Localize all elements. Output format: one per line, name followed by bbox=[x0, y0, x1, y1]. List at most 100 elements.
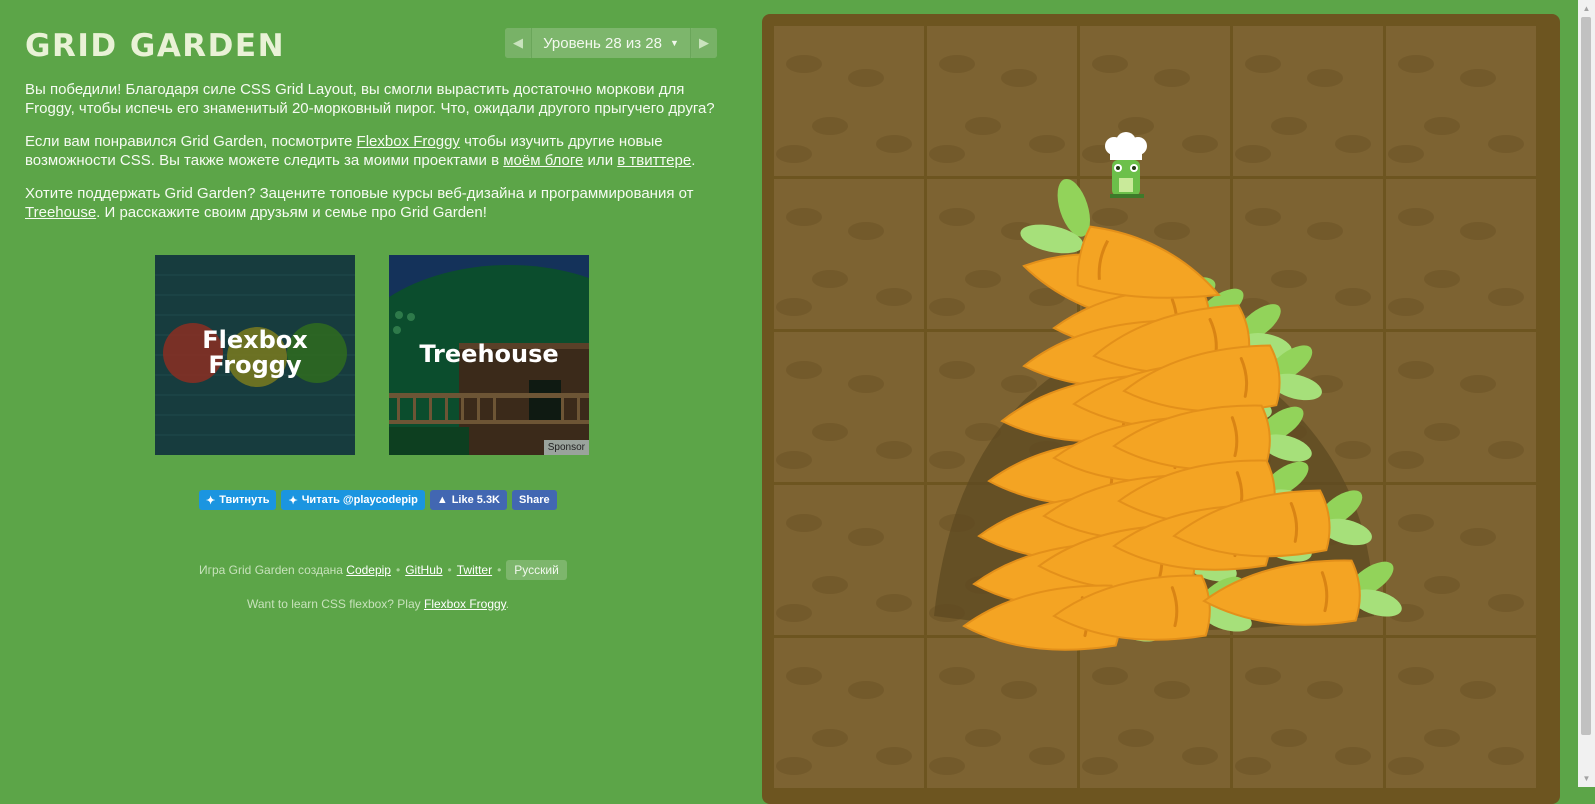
soil-clump bbox=[1029, 747, 1065, 765]
soil-clump bbox=[1271, 270, 1307, 288]
soil-clump bbox=[1307, 222, 1343, 240]
soil-clump bbox=[1388, 298, 1424, 316]
treehouse-promo[interactable]: Treehouse Sponsor bbox=[389, 255, 589, 455]
soil-clump bbox=[1460, 375, 1496, 393]
soil-clump bbox=[1388, 451, 1424, 469]
soil-clump bbox=[848, 222, 884, 240]
soil-clump bbox=[939, 361, 975, 379]
soil-clump bbox=[1488, 747, 1524, 765]
scrollbar-thumb[interactable] bbox=[1581, 17, 1591, 735]
garden-board bbox=[762, 14, 1560, 804]
treehouse-link[interactable]: Treehouse bbox=[25, 204, 96, 221]
learn-text: Want to learn CSS flexbox? Play bbox=[247, 597, 421, 611]
soil-clump bbox=[1082, 757, 1118, 775]
soil-clump bbox=[929, 451, 965, 469]
follow-button[interactable]: ✦ Читать @playcodepip bbox=[281, 490, 425, 510]
left-panel: GRID GARDEN ◀ Уровень 28 из 28 ▼ ▶ Вы по… bbox=[25, 0, 717, 787]
level-dropdown[interactable]: Уровень 28 из 28 ▼ bbox=[531, 28, 691, 58]
p3-text-a: Хотите поддержать Grid Garden? Зацените … bbox=[25, 185, 694, 202]
soil-clump bbox=[1398, 361, 1434, 379]
soil-clump bbox=[1424, 270, 1460, 288]
twitter-footer-link[interactable]: Twitter bbox=[457, 563, 492, 577]
thumbs-up-icon: ▲ bbox=[436, 494, 448, 506]
soil-clump bbox=[1307, 681, 1343, 699]
codepip-link[interactable]: Codepip bbox=[346, 563, 391, 577]
soil-clump bbox=[929, 757, 965, 775]
share-label: Share bbox=[519, 494, 550, 506]
flexbox-froggy-link[interactable]: Flexbox Froggy bbox=[357, 133, 460, 150]
soil-clump bbox=[929, 145, 965, 163]
soil-clump bbox=[1154, 222, 1190, 240]
soil-clump bbox=[812, 729, 848, 747]
soil-clump bbox=[1388, 145, 1424, 163]
triangle-left-icon: ◀ bbox=[513, 35, 523, 50]
footer-learn: Want to learn CSS flexbox? Play Flexbox … bbox=[247, 597, 510, 611]
soil-clump bbox=[1398, 208, 1434, 226]
soil-clump bbox=[1488, 135, 1524, 153]
soil-clump bbox=[939, 667, 975, 685]
tweet-button[interactable]: ✦ Твитнуть bbox=[199, 490, 277, 510]
flexbox-froggy-promo[interactable]: Flexbox Froggy bbox=[155, 255, 355, 455]
soil-clump bbox=[1424, 117, 1460, 135]
scroll-up-arrow-icon[interactable]: ▲ bbox=[1578, 0, 1595, 17]
github-link[interactable]: GitHub bbox=[405, 563, 442, 577]
soil-clump bbox=[1335, 441, 1371, 459]
soil-clump bbox=[1245, 667, 1281, 685]
soil-clump bbox=[1182, 747, 1218, 765]
scroll-down-arrow-icon[interactable]: ▼ bbox=[1578, 770, 1595, 787]
soil-clump bbox=[876, 594, 912, 612]
soil-clump bbox=[1488, 288, 1524, 306]
soil-clump bbox=[776, 604, 812, 622]
soil-clump bbox=[1398, 667, 1434, 685]
soil-clump bbox=[812, 576, 848, 594]
caret-down-icon: ▼ bbox=[670, 38, 679, 48]
p2-text-d: . bbox=[691, 152, 696, 169]
soil-clump bbox=[776, 145, 812, 163]
separator-dot: • bbox=[447, 563, 452, 577]
next-level-button[interactable]: ▶ bbox=[691, 28, 717, 58]
soil-clump bbox=[1460, 222, 1496, 240]
level-navigation: ◀ Уровень 28 из 28 ▼ ▶ bbox=[505, 28, 717, 58]
twitter-link[interactable]: в твиттере bbox=[617, 152, 691, 169]
soil-clump bbox=[812, 117, 848, 135]
soil-clump bbox=[1388, 757, 1424, 775]
soil-clump bbox=[1424, 576, 1460, 594]
vertical-scrollbar[interactable]: ▲ ▼ bbox=[1578, 0, 1595, 787]
twitter-bird-icon: ✦ bbox=[288, 494, 298, 507]
blog-link[interactable]: моём блоге bbox=[503, 152, 583, 169]
level-text: Уровень 28 из 28 bbox=[543, 34, 662, 52]
soil-clump bbox=[1118, 729, 1154, 747]
share-button[interactable]: Share bbox=[512, 490, 557, 510]
soil-clump bbox=[1182, 135, 1218, 153]
soil-clump bbox=[1154, 69, 1190, 87]
soil-clump bbox=[1488, 594, 1524, 612]
prev-level-button[interactable]: ◀ bbox=[505, 28, 531, 58]
soil-clump bbox=[1488, 441, 1524, 459]
triangle-right-icon: ▶ bbox=[699, 35, 709, 50]
soil-clump bbox=[1460, 69, 1496, 87]
soil-clump bbox=[786, 361, 822, 379]
soil-clump bbox=[848, 375, 884, 393]
soil-clump bbox=[876, 747, 912, 765]
like-button[interactable]: ▲ Like 5.3K bbox=[429, 490, 508, 510]
recommend-paragraph: Если вам понравился Grid Garden, посмотр… bbox=[25, 132, 715, 170]
language-selector[interactable]: Русский bbox=[506, 560, 567, 580]
soil-clump bbox=[876, 441, 912, 459]
like-label: Like 5.3K bbox=[451, 494, 501, 506]
soil-clump bbox=[1460, 528, 1496, 546]
soil-clump bbox=[939, 55, 975, 73]
twitter-bird-icon: ✦ bbox=[206, 494, 216, 507]
soil-clump bbox=[786, 55, 822, 73]
soil-clump bbox=[812, 270, 848, 288]
soil-clump bbox=[1335, 135, 1371, 153]
soil-clump bbox=[876, 135, 912, 153]
soil-clump bbox=[965, 729, 1001, 747]
soil-clump bbox=[1001, 681, 1037, 699]
flexbox-froggy-footer-link[interactable]: Flexbox Froggy bbox=[424, 597, 506, 611]
soil-clump bbox=[1001, 375, 1037, 393]
soil-clump bbox=[1398, 514, 1434, 532]
soil-clump bbox=[1271, 117, 1307, 135]
froggy-promo-title: Flexbox Froggy bbox=[155, 328, 355, 378]
footer-credits: Игра Grid Garden создана Codepip • GitHu… bbox=[199, 560, 567, 580]
soil-clump bbox=[1307, 69, 1343, 87]
